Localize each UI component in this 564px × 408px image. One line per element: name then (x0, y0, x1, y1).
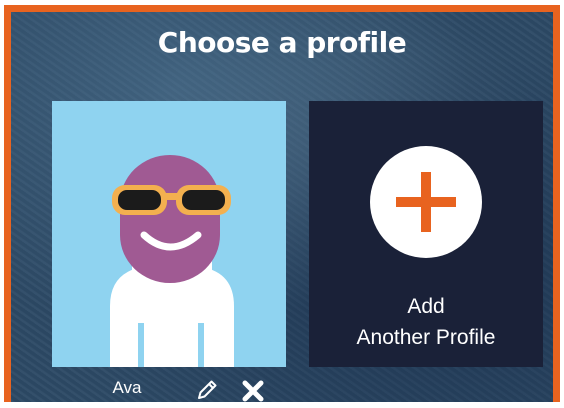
page-title: Choose a profile (157, 26, 407, 59)
profile-name: Ava (112, 378, 142, 397)
plus-icon (370, 146, 482, 258)
profile-selector-panel: Choose a profile Add Another Profile Ava (4, 5, 560, 402)
delete-profile-button[interactable] (241, 379, 265, 403)
pencil-icon (198, 380, 217, 399)
profile-card-ava[interactable] (52, 101, 286, 367)
edit-profile-button[interactable] (194, 377, 220, 403)
avatar-arm-left (138, 323, 144, 367)
add-profile-label-line1: Add (407, 295, 445, 318)
avatar-illustration (110, 155, 234, 367)
avatar-face (120, 155, 220, 283)
add-profile-label-line2: Another Profile (356, 326, 496, 349)
add-profile-label: Add Another Profile (309, 291, 543, 353)
close-icon (242, 380, 264, 402)
avatar-arm-right (198, 323, 204, 367)
add-profile-card[interactable]: Add Another Profile (309, 101, 543, 367)
